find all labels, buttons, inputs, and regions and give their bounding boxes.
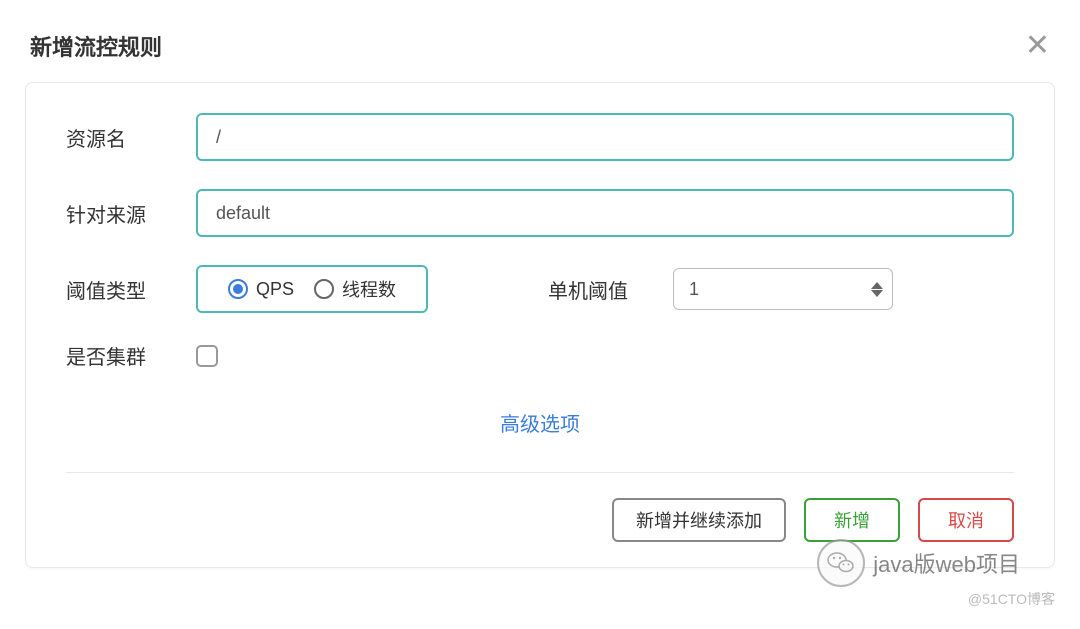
flow-rule-modal: 新增流控规则 ✕ 资源名 针对来源 阈值类型 (0, 0, 1080, 629)
wechat-watermark: java版web项目 (817, 539, 1020, 587)
source-input[interactable] (196, 189, 1014, 237)
single-threshold-label: 单机阈值 (548, 275, 628, 304)
spinner-up-icon[interactable] (871, 282, 883, 289)
radio-threads-label: 线程数 (342, 276, 396, 302)
resource-name-label: 资源名 (66, 123, 196, 152)
add-button[interactable]: 新增 (804, 498, 900, 542)
threshold-row: 阈值类型 QPS 线程数 (66, 265, 1014, 313)
advanced-options-link[interactable]: 高级选项 (66, 398, 1014, 442)
modal-title: 新增流控规则 (30, 30, 162, 62)
cluster-row: 是否集群 (66, 341, 1014, 370)
radio-qps-label: QPS (256, 279, 294, 300)
resource-name-row: 资源名 (66, 113, 1014, 161)
source-label: 针对来源 (66, 199, 196, 228)
radio-qps[interactable]: QPS (228, 279, 294, 300)
add-continue-button[interactable]: 新增并继续添加 (612, 498, 786, 542)
threshold-type-radio-group: QPS 线程数 (196, 265, 428, 313)
modal-body: 资源名 针对来源 阈值类型 QPS (25, 82, 1055, 568)
resource-name-input[interactable] (196, 113, 1014, 161)
cluster-label: 是否集群 (66, 341, 196, 370)
modal-header: 新增流控规则 ✕ (0, 0, 1080, 82)
number-spinner (871, 282, 883, 297)
wechat-text: java版web项目 (873, 547, 1020, 579)
close-icon[interactable]: ✕ (1025, 31, 1050, 61)
threshold-type-label: 阈值类型 (66, 275, 196, 304)
source-watermark: @51CTO博客 (968, 589, 1055, 609)
radio-threads[interactable]: 线程数 (314, 276, 396, 302)
cancel-button[interactable]: 取消 (918, 498, 1014, 542)
cluster-checkbox[interactable] (196, 345, 218, 367)
radio-circle-icon (314, 279, 334, 299)
spinner-down-icon[interactable] (871, 290, 883, 297)
wechat-icon (817, 539, 865, 587)
source-row: 针对来源 (66, 189, 1014, 237)
divider (66, 472, 1014, 473)
modal-footer: 新增并继续添加 新增 取消 (66, 498, 1014, 542)
radio-circle-icon (228, 279, 248, 299)
single-threshold-input[interactable] (673, 268, 893, 310)
